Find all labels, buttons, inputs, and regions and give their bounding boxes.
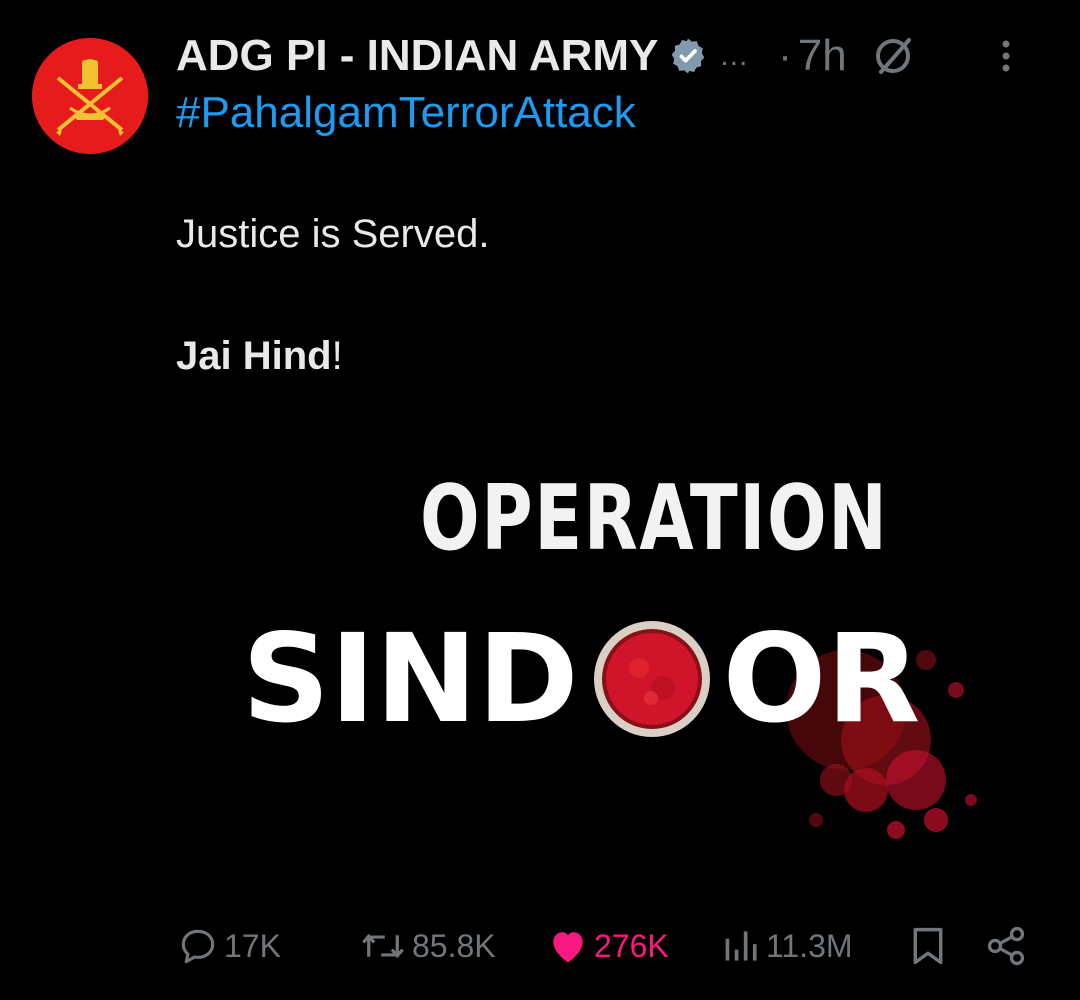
tweet-header: ADG PI - INDIAN ARMY ... · 7h bbox=[176, 28, 1056, 84]
tweet-text-line-1: Justice is Served. bbox=[176, 212, 490, 256]
author-name[interactable]: ADG PI - INDIAN ARMY bbox=[176, 31, 658, 81]
hashtag-link[interactable]: #PahalgamTerrorAttack bbox=[176, 88, 636, 138]
repost-icon bbox=[362, 933, 404, 959]
sindoor-text-end: OR bbox=[722, 608, 921, 750]
more-icon[interactable] bbox=[986, 36, 1026, 76]
tweet[interactable]: ADG PI - INDIAN ARMY ... · 7h #PahalgamT… bbox=[0, 0, 1080, 1000]
verified-badge-icon[interactable] bbox=[668, 36, 708, 76]
army-emblem-icon bbox=[32, 38, 148, 154]
tweet-media-image[interactable]: OPERATION SIND OR bbox=[176, 430, 1056, 870]
views-icon bbox=[725, 931, 757, 961]
media-title-operation: OPERATION bbox=[420, 466, 889, 571]
like-button[interactable]: 276K bbox=[546, 918, 669, 974]
reply-count: 17K bbox=[224, 927, 281, 964]
grok-icon[interactable] bbox=[869, 32, 917, 80]
repost-button[interactable]: 85.8K bbox=[358, 918, 496, 974]
timestamp[interactable]: 7h bbox=[798, 31, 847, 81]
tweet-text-line-2: Jai Hind! bbox=[176, 334, 343, 379]
views-button[interactable]: 11.3M bbox=[722, 918, 853, 974]
reply-button[interactable]: 17K bbox=[176, 918, 281, 974]
sindoor-text-start: SIND bbox=[242, 608, 579, 750]
reply-icon bbox=[181, 929, 215, 964]
views-count: 11.3M bbox=[766, 927, 853, 964]
exclamation-text: ! bbox=[331, 334, 343, 378]
share-icon bbox=[987, 926, 1025, 966]
repost-count: 85.8K bbox=[412, 927, 496, 964]
sindoor-bowl-icon bbox=[591, 618, 713, 740]
avatar[interactable] bbox=[32, 38, 148, 154]
bold-text: Jai Hind bbox=[176, 334, 332, 378]
time-separator: · bbox=[778, 33, 792, 78]
like-icon bbox=[553, 932, 583, 963]
author-handle[interactable]: ... bbox=[720, 39, 748, 73]
share-button[interactable] bbox=[984, 918, 1028, 974]
bookmark-icon bbox=[913, 927, 943, 965]
media-title-sindoor: SIND OR bbox=[242, 618, 920, 740]
bookmark-button[interactable] bbox=[908, 918, 948, 974]
action-bar: 17K 85.8K 276K 11.3M bbox=[176, 918, 1056, 974]
like-count: 276K bbox=[594, 927, 669, 964]
